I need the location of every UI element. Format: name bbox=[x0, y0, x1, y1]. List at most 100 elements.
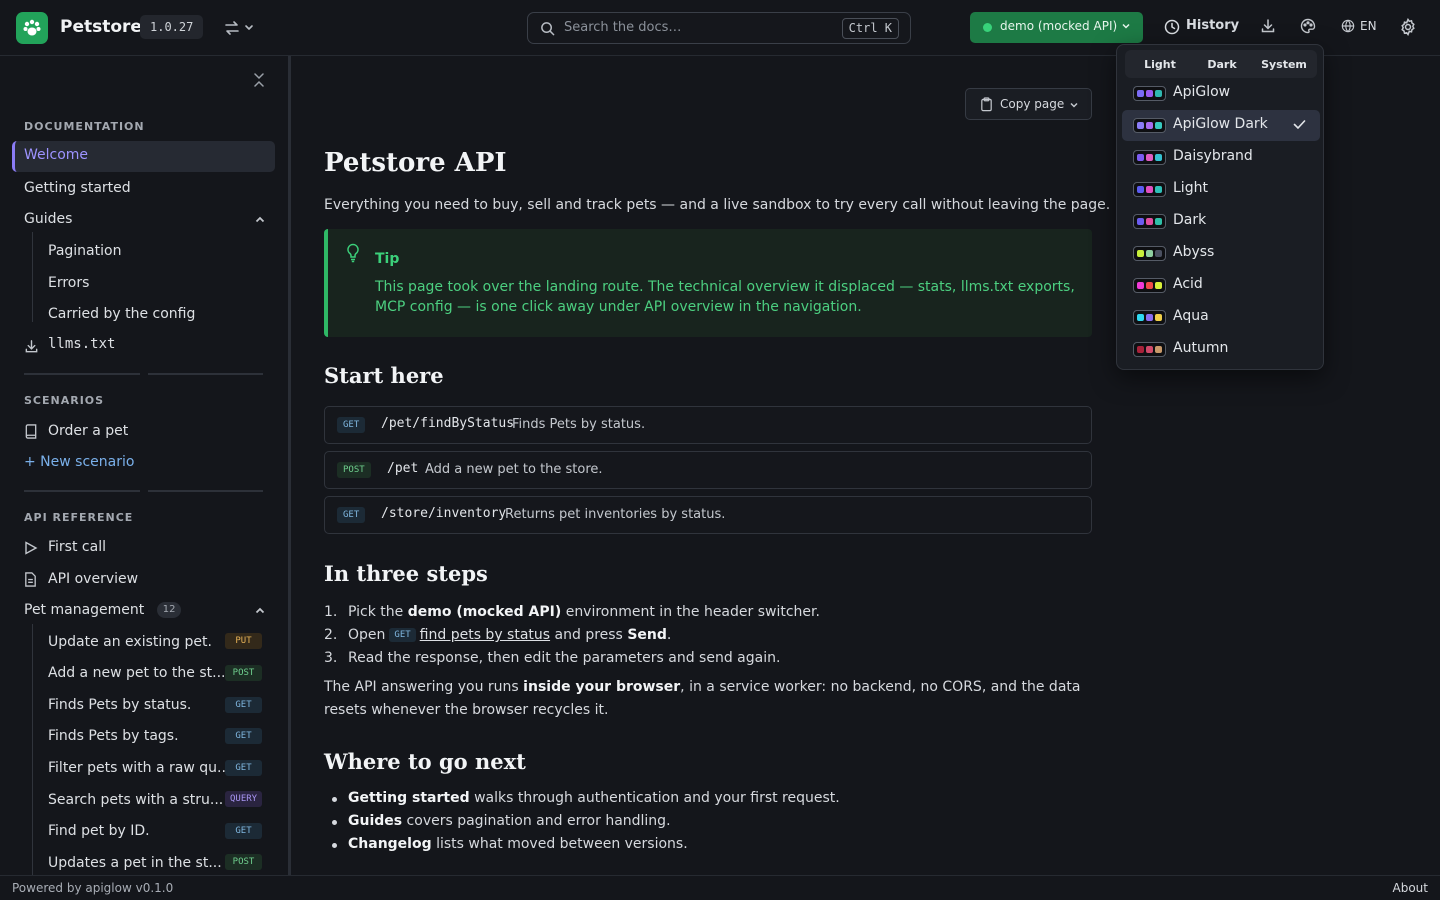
palette-icon[interactable] bbox=[1300, 18, 1316, 38]
theme-name: Acid bbox=[1173, 276, 1203, 292]
search-shortcut: Ctrl K bbox=[841, 18, 899, 39]
theme-swatch-icon bbox=[1133, 182, 1166, 197]
theme-name: Aqua bbox=[1173, 308, 1209, 324]
endpoint-card[interactable]: POST /pet Add a new pet to the store. bbox=[324, 451, 1092, 489]
brand-name[interactable]: Petstore bbox=[60, 17, 142, 37]
check-icon bbox=[1293, 120, 1306, 129]
endpoint-card[interactable]: GET /pet/findByStatus Finds Pets by stat… bbox=[324, 406, 1092, 444]
chevron-down-icon bbox=[1122, 23, 1130, 29]
language-label: EN bbox=[1360, 19, 1377, 33]
divider bbox=[24, 490, 140, 492]
chevron-down-icon bbox=[1070, 102, 1078, 108]
chevron-up-icon[interactable] bbox=[254, 214, 266, 230]
paw-logo-icon[interactable] bbox=[16, 12, 48, 44]
method-badge: GET bbox=[225, 728, 262, 744]
sidebar-op-add-pet[interactable]: Add a new pet to the st... bbox=[48, 665, 225, 681]
version-badge[interactable]: 1.0.27 bbox=[140, 15, 204, 39]
sidebar-item-order-a-pet[interactable]: Order a pet bbox=[48, 423, 128, 439]
lightbulb-icon bbox=[347, 243, 359, 263]
theme-option[interactable]: Abyss bbox=[1122, 238, 1320, 269]
search-placeholder: Search the docs… bbox=[564, 20, 682, 35]
powered-by[interactable]: Powered by apiglow v0.1.0 bbox=[12, 881, 173, 895]
sidebar-item-label: Pet management bbox=[24, 602, 145, 618]
theme-swatch-icon bbox=[1133, 150, 1166, 165]
play-icon bbox=[24, 541, 38, 559]
endpoint-description: Add a new pet to the store. bbox=[425, 462, 603, 477]
mode-system[interactable]: System bbox=[1253, 55, 1315, 75]
new-scenario-link[interactable]: + New scenario bbox=[24, 454, 134, 470]
theme-name: Abyss bbox=[1173, 244, 1215, 260]
sidebar-op-find-by-status[interactable]: Finds Pets by status. bbox=[48, 697, 191, 713]
sidebar-item-pet-management[interactable]: Pet management 12 bbox=[24, 602, 182, 618]
method-badge: POST bbox=[225, 854, 262, 870]
sidebar-op-filter-pets[interactable]: Filter pets with a raw qu... bbox=[48, 760, 230, 776]
download-icon[interactable] bbox=[1260, 18, 1276, 38]
mode-dark[interactable]: Dark bbox=[1191, 55, 1253, 75]
history-button[interactable]: History bbox=[1164, 18, 1239, 35]
about-link[interactable]: About bbox=[1393, 881, 1428, 895]
theme-option[interactable]: ApiGlow Dark bbox=[1122, 110, 1320, 141]
heading-start-here: Start here bbox=[324, 363, 444, 388]
sidebar-item-api-overview[interactable]: API overview bbox=[48, 571, 138, 587]
theme-swatch-icon bbox=[1133, 214, 1166, 229]
sidebar-item-llms-txt[interactable]: llms.txt bbox=[48, 336, 115, 352]
theme-option[interactable]: ApiGlow bbox=[1122, 78, 1320, 109]
endpoint-description: Returns pet inventories by status. bbox=[505, 507, 726, 522]
sidebar-item-getting-started[interactable]: Getting started bbox=[24, 180, 131, 196]
method-badge: GET bbox=[337, 417, 366, 433]
mode-light[interactable]: Light bbox=[1129, 55, 1191, 75]
theme-option[interactable]: Acid bbox=[1122, 270, 1320, 301]
theme-option[interactable]: Aqua bbox=[1122, 302, 1320, 333]
theme-swatch-icon bbox=[1133, 118, 1166, 133]
copy-page-button[interactable]: Copy page bbox=[965, 88, 1092, 120]
find-pets-by-status-link[interactable]: find pets by status bbox=[420, 627, 550, 643]
section-title-documentation: DOCUMENTATION bbox=[24, 120, 145, 133]
environment-label: demo (mocked API) bbox=[1000, 19, 1118, 33]
sidebar-item-first-call[interactable]: First call bbox=[48, 539, 106, 555]
sidebar-op-update-pet[interactable]: Update an existing pet. bbox=[48, 634, 212, 650]
sidebar-op-search-pets[interactable]: Search pets with a stru... bbox=[48, 792, 223, 808]
list-item: Getting started walks through authentica… bbox=[324, 787, 840, 810]
sidebar-item-pagination[interactable]: Pagination bbox=[48, 243, 121, 259]
theme-name: ApiGlow bbox=[1173, 84, 1231, 100]
list-item: 2. Open GET find pets by status and press S… bbox=[324, 627, 672, 643]
theme-option[interactable]: Dark bbox=[1122, 206, 1320, 237]
sidebar-item-carried-by-config[interactable]: Carried by the config bbox=[48, 306, 195, 322]
search-input[interactable]: Search the docs… Ctrl K bbox=[527, 12, 911, 44]
method-badge: POST bbox=[337, 462, 371, 478]
gear-icon[interactable] bbox=[1399, 17, 1417, 40]
steps-list: 1. Pick the demo (mocked API) environment… bbox=[324, 601, 820, 670]
sidebar-op-update-pet-store[interactable]: Updates a pet in the st... bbox=[48, 855, 222, 871]
theme-name: Dark bbox=[1173, 212, 1207, 228]
endpoint-card[interactable]: GET /store/inventory Returns pet invento… bbox=[324, 496, 1092, 534]
method-badge: GET bbox=[337, 507, 366, 523]
search-icon bbox=[541, 22, 555, 36]
endpoint-path: /pet bbox=[387, 461, 419, 476]
theme-swatch-icon bbox=[1133, 310, 1166, 325]
sidebar-item-errors[interactable]: Errors bbox=[48, 275, 89, 291]
section-title-api-reference: API REFERENCE bbox=[24, 511, 134, 524]
theme-name: Light bbox=[1173, 180, 1208, 196]
endpoint-path: /store/inventory bbox=[381, 506, 507, 521]
sidebar-op-find-by-tags[interactable]: Finds Pets by tags. bbox=[48, 728, 179, 744]
sidebar-item-welcome[interactable]: Welcome bbox=[12, 141, 275, 172]
method-badge: PUT bbox=[225, 633, 262, 649]
clock-icon bbox=[1164, 19, 1180, 35]
version-switch-icon[interactable] bbox=[224, 19, 256, 41]
language-switcher[interactable]: EN bbox=[1341, 19, 1377, 33]
chevron-up-icon[interactable] bbox=[254, 605, 266, 621]
theme-name: Autumn bbox=[1173, 340, 1229, 356]
environment-switcher[interactable]: demo (mocked API) bbox=[970, 12, 1143, 43]
theme-option[interactable]: Light bbox=[1122, 174, 1320, 205]
theme-swatch-icon bbox=[1133, 86, 1166, 101]
collapse-sidebar-icon[interactable] bbox=[252, 72, 266, 92]
theme-option[interactable]: Autumn bbox=[1122, 334, 1320, 365]
operation-count-badge: 12 bbox=[156, 602, 182, 618]
divider bbox=[148, 490, 263, 492]
heading-three-steps: In three steps bbox=[324, 561, 488, 586]
theme-option[interactable]: Daisybrand bbox=[1122, 142, 1320, 173]
sidebar-item-guides[interactable]: Guides bbox=[24, 211, 72, 227]
status-dot-icon bbox=[983, 23, 992, 32]
tip-callout: Tip This page took over the landing rout… bbox=[324, 229, 1092, 337]
sidebar-op-find-by-id[interactable]: Find pet by ID. bbox=[48, 823, 150, 839]
